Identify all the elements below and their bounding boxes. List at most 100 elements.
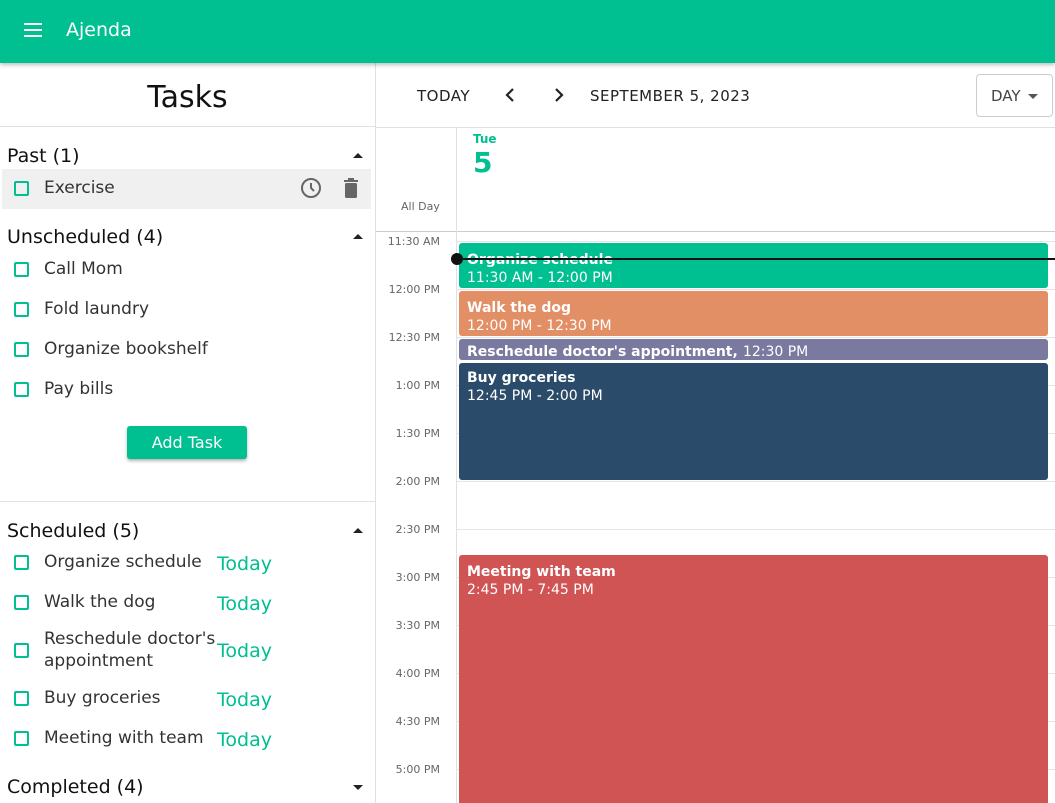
task-checkbox[interactable] <box>14 555 29 570</box>
hour-line <box>456 481 1055 482</box>
task-checkbox[interactable] <box>14 595 29 610</box>
section-completed-header[interactable]: Completed (4) <box>7 776 144 798</box>
task-label: Reschedule doctor's appointment <box>44 629 216 671</box>
collapse-unscheduled-icon[interactable] <box>353 234 363 239</box>
calendar: TODAY SEPTEMBER 5, 2023 DAY Tue 5 All Da… <box>376 63 1055 803</box>
task-row[interactable]: Organize bookshelf <box>2 330 371 370</box>
scheduled-date-link[interactable]: Today <box>217 640 272 662</box>
time-label: 4:30 PM <box>395 715 440 728</box>
day-number[interactable]: 5 <box>473 146 492 179</box>
time-label: 4:00 PM <box>395 667 440 680</box>
time-label: 2:30 PM <box>395 523 440 536</box>
task-label: Pay bills <box>44 379 114 399</box>
app-title: Ajenda <box>66 19 132 41</box>
scheduled-date-link[interactable]: Today <box>217 689 272 711</box>
task-checkbox[interactable] <box>14 643 29 658</box>
task-row[interactable]: Fold laundry <box>2 290 371 330</box>
scheduled-date-link[interactable]: Today <box>217 593 272 615</box>
hour-line <box>456 337 1055 338</box>
calendar-toolbar: TODAY SEPTEMBER 5, 2023 DAY <box>376 63 1055 128</box>
event-title: Meeting with team <box>467 564 616 580</box>
task-row[interactable]: Organize schedule Today <box>2 543 371 583</box>
task-label: Call Mom <box>44 259 123 279</box>
event-title: Reschedule doctor's appointment, <box>467 344 738 360</box>
current-date-label: SEPTEMBER 5, 2023 <box>590 87 751 105</box>
add-task-button[interactable]: Add Task <box>127 426 247 459</box>
task-row[interactable]: Buy groceries Today <box>2 679 371 719</box>
event-buy-groceries[interactable]: Buy groceries 12:45 PM - 2:00 PM <box>459 363 1048 480</box>
divider <box>0 501 375 502</box>
time-label: 12:00 PM <box>388 283 440 296</box>
task-label: Organize schedule <box>44 552 202 572</box>
scheduled-date-link[interactable]: Today <box>217 553 272 575</box>
tasks-title: Tasks <box>147 80 228 115</box>
current-time-line <box>457 258 1055 260</box>
time-label: 1:30 PM <box>395 427 440 440</box>
event-organize-schedule[interactable]: Organize schedule 11:30 AM - 12:00 PM <box>459 243 1048 288</box>
task-checkbox[interactable] <box>14 342 29 357</box>
section-unscheduled-header[interactable]: Unscheduled (4) <box>7 226 163 248</box>
hour-line <box>456 529 1055 530</box>
gutter-divider <box>456 232 457 803</box>
clock-icon[interactable] <box>300 177 322 199</box>
task-row[interactable]: Reschedule doctor's appointment Today <box>2 626 371 674</box>
tasks-sidebar: Tasks Past (1) Exercise Unscheduled (4) … <box>0 63 376 803</box>
task-checkbox[interactable] <box>14 691 29 706</box>
divider <box>0 126 375 127</box>
time-label: 12:30 PM <box>388 331 440 344</box>
event-time: 11:30 AM - 12:00 PM <box>467 270 613 286</box>
task-label: Fold laundry <box>44 299 150 319</box>
chevron-left-icon[interactable] <box>501 85 521 105</box>
event-title: Buy groceries <box>467 370 576 386</box>
task-checkbox[interactable] <box>14 302 29 317</box>
current-time-dot <box>451 253 463 265</box>
section-scheduled-header[interactable]: Scheduled (5) <box>7 520 139 542</box>
hour-line <box>456 289 1055 290</box>
expand-completed-icon[interactable] <box>353 785 363 790</box>
app-bar: Ajenda <box>0 0 1055 63</box>
time-label: 3:00 PM <box>395 571 440 584</box>
event-time: 12:30 PM <box>742 344 809 360</box>
time-label: 5:00 PM <box>395 763 440 776</box>
time-label: 1:00 PM <box>395 379 440 392</box>
event-title: Organize schedule <box>467 252 613 268</box>
collapse-scheduled-icon[interactable] <box>353 528 363 533</box>
dropdown-arrow-icon <box>1028 94 1038 99</box>
time-label: 11:30 AM <box>387 235 440 248</box>
day-header: Tue 5 All Day <box>376 128 1055 232</box>
task-label: Organize bookshelf <box>44 339 208 359</box>
time-label: 3:30 PM <box>395 619 440 632</box>
event-meeting-with-team[interactable]: Meeting with team 2:45 PM - 7:45 PM <box>459 555 1048 803</box>
day-name: Tue <box>473 132 497 146</box>
task-row[interactable]: Call Mom <box>2 250 371 290</box>
event-reschedule-doctor[interactable]: Reschedule doctor's appointment, 12:30 P… <box>459 339 1048 360</box>
event-walk-the-dog[interactable]: Walk the dog 12:00 PM - 12:30 PM <box>459 291 1048 336</box>
collapse-past-icon[interactable] <box>353 153 363 158</box>
task-row-exercise[interactable]: Exercise <box>2 169 371 209</box>
trash-icon[interactable] <box>341 178 361 200</box>
time-label: 2:00 PM <box>395 475 440 488</box>
section-past-header[interactable]: Past (1) <box>7 145 80 167</box>
task-label: Meeting with team <box>44 728 204 748</box>
event-title: Walk the dog <box>467 300 572 316</box>
scheduled-date-link[interactable]: Today <box>217 729 272 751</box>
task-checkbox[interactable] <box>14 731 29 746</box>
view-select[interactable]: DAY <box>976 74 1053 117</box>
event-time: 2:45 PM - 7:45 PM <box>467 582 594 598</box>
view-select-value: DAY <box>991 87 1021 105</box>
chevron-right-icon[interactable] <box>548 85 568 105</box>
task-row[interactable]: Walk the dog Today <box>2 583 371 623</box>
time-grid[interactable]: 11:30 AM 12:00 PM 12:30 PM 1:00 PM 1:30 … <box>376 232 1055 803</box>
today-button[interactable]: TODAY <box>417 87 470 105</box>
event-time: 12:00 PM - 12:30 PM <box>467 318 612 334</box>
menu-icon[interactable] <box>22 20 46 42</box>
task-checkbox[interactable] <box>14 262 29 277</box>
task-label: Walk the dog <box>44 592 156 612</box>
hour-line <box>456 241 1055 242</box>
task-row[interactable]: Pay bills <box>2 370 371 410</box>
task-checkbox[interactable] <box>14 382 29 397</box>
task-row[interactable]: Meeting with team Today <box>2 719 371 759</box>
gutter-divider <box>456 128 457 232</box>
task-label: Buy groceries <box>44 688 161 708</box>
task-checkbox[interactable] <box>14 181 29 196</box>
